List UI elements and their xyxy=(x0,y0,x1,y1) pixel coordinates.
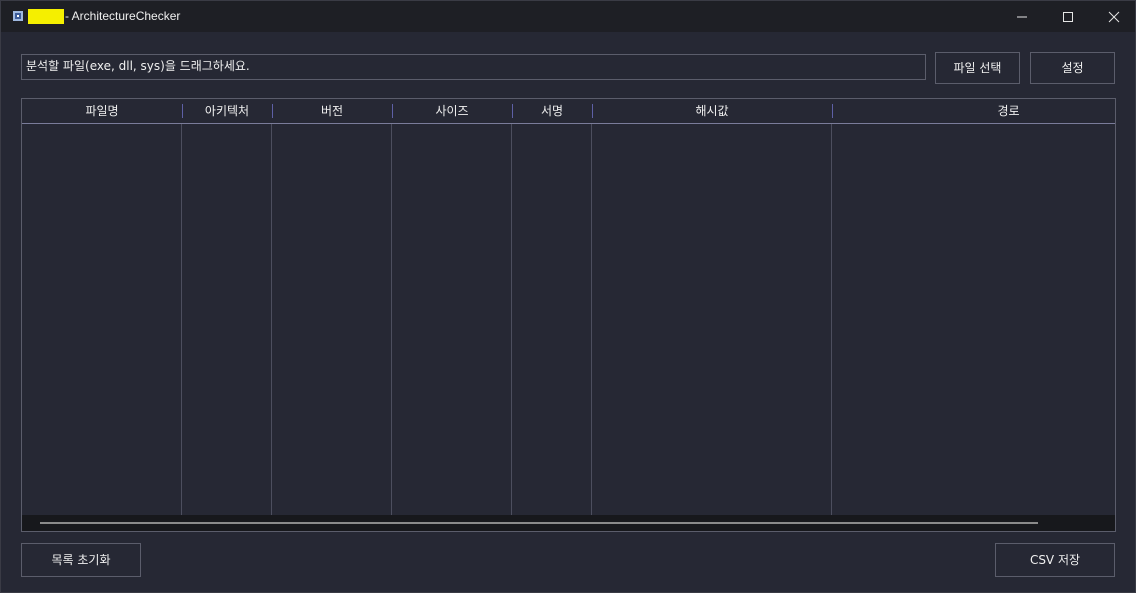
column-gridline xyxy=(391,124,392,515)
maximize-icon xyxy=(1063,12,1073,22)
column-gridline xyxy=(591,124,592,515)
column-header-path[interactable]: 경로 xyxy=(832,99,1115,123)
select-file-button[interactable]: 파일 선택 xyxy=(935,52,1020,84)
clear-list-button[interactable]: 목록 초기화 xyxy=(21,543,141,577)
drop-zone-text: 분석할 파일(exe, dll, sys)을 드래그하세요. xyxy=(26,59,250,73)
minimize-button[interactable] xyxy=(999,1,1045,32)
column-header-filename[interactable]: 파일명 xyxy=(22,99,182,123)
column-header-hash[interactable]: 해시값 xyxy=(592,99,832,123)
column-header-architecture[interactable]: 아키텍처 xyxy=(182,99,272,123)
app-window: - ArchitectureChecker 분석할 파일(exe, dll, s… xyxy=(0,0,1136,593)
table-header: 파일명 아키텍처 버전 사이즈 서명 해시값 경로 xyxy=(22,99,1115,124)
minimize-icon xyxy=(1017,16,1027,18)
window-title: - ArchitectureChecker xyxy=(65,9,181,23)
file-drop-zone[interactable]: 분석할 파일(exe, dll, sys)을 드래그하세요. xyxy=(21,54,926,80)
results-table[interactable]: 파일명 아키텍처 버전 사이즈 서명 해시값 경로 xyxy=(21,98,1116,532)
close-button[interactable] xyxy=(1091,1,1136,32)
column-header-signature[interactable]: 서명 xyxy=(512,99,592,123)
column-gridline xyxy=(181,124,182,515)
column-header-size[interactable]: 사이즈 xyxy=(392,99,512,123)
horizontal-scrollbar[interactable] xyxy=(22,515,1115,531)
maximize-button[interactable] xyxy=(1045,1,1091,32)
title-bar[interactable]: - ArchitectureChecker xyxy=(1,1,1135,32)
scrollbar-thumb[interactable] xyxy=(40,522,1038,524)
settings-button[interactable]: 설정 xyxy=(1030,52,1115,84)
close-icon xyxy=(1108,11,1120,23)
column-gridline xyxy=(271,124,272,515)
column-gridline xyxy=(511,124,512,515)
save-csv-button[interactable]: CSV 저장 xyxy=(995,543,1115,577)
column-header-version[interactable]: 버전 xyxy=(272,99,392,123)
column-gridline xyxy=(831,124,832,515)
title-redaction-highlight xyxy=(28,9,64,24)
app-icon xyxy=(13,11,23,21)
